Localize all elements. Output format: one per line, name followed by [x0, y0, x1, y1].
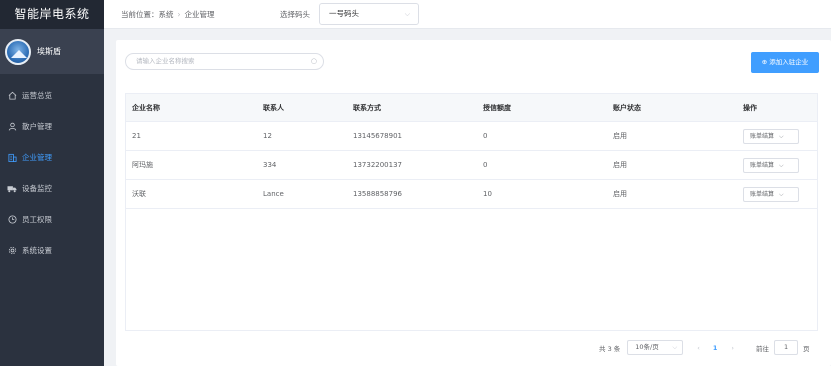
credit-limit: 0 — [483, 161, 488, 169]
table-row: 阿玛施 334 13732200137 0 启用 账单结算 ⌵ — [126, 151, 817, 180]
account-status: 启用 — [613, 132, 627, 140]
add-enterprise-label: 添加入驻企业 — [769, 58, 809, 66]
account-status: 启用 — [613, 161, 627, 169]
chevron-down-icon: ⌵ — [672, 343, 678, 351]
column-header: 账户状态 — [613, 103, 641, 112]
sidebar-item-enterprise[interactable]: 企业管理 — [0, 142, 104, 173]
sidebar-item-overview[interactable]: 运营总览 — [0, 80, 104, 111]
sidebar-item-settings[interactable]: 系统设置 — [0, 235, 104, 266]
credit-limit: 0 — [483, 132, 488, 140]
contact-name: 334 — [263, 161, 277, 169]
breadcrumb: 当前位置：系统 › 企业管理 — [121, 0, 215, 29]
column-header: 联系方式 — [353, 103, 381, 112]
bill-settle-dropdown[interactable]: 账单结算 ⌵ — [743, 128, 799, 144]
plus-circle-icon: ⊕ — [761, 58, 768, 66]
search-input[interactable]: 请输入企业名称搜索 ○ — [125, 53, 324, 70]
next-page-button[interactable]: › — [731, 344, 734, 352]
building-icon — [7, 153, 17, 163]
table-header: 企业名称 联系人 联系方式 授信额度 账户状态 操作 — [126, 94, 817, 122]
truck-icon — [7, 184, 17, 194]
breadcrumb-item: 企业管理 — [184, 10, 215, 19]
contact-name: Lance — [263, 190, 284, 198]
total-count: 共 3 条 — [599, 344, 621, 353]
bill-settle-dropdown[interactable]: 账单结算 ⌵ — [743, 186, 799, 202]
column-header: 授信额度 — [483, 103, 511, 112]
sidebar-item-label: 企业管理 — [22, 153, 52, 162]
bill-settle-label: 账单结算 — [750, 132, 775, 140]
column-header: 操作 — [743, 103, 757, 112]
top-bar: 当前位置：系统 › 企业管理 选择码头 一号码头 ⌵ — [104, 0, 831, 29]
home-icon — [7, 91, 17, 101]
goto-label: 前往 — [756, 344, 770, 353]
contact-phone: 13732200137 — [353, 161, 402, 169]
search-icon[interactable]: ○ — [311, 54, 317, 69]
breadcrumb-prefix: 当前位置： — [121, 10, 159, 19]
sidebar: 智能岸电系统 埃斯盾 运营总览 散户管理 企业管理 设备监控 员工权限 系统设置 — [0, 0, 104, 366]
operation-cell: 账单结算 ⌵ — [737, 157, 817, 173]
prev-page-button[interactable]: ‹ — [697, 344, 700, 352]
enterprise-table: 企业名称 联系人 联系方式 授信额度 账户状态 操作 21 12 1314567… — [125, 93, 818, 331]
pagination: 共 3 条 10条/页 ⌵ ‹ 1 › 前往 1 页 — [599, 340, 810, 355]
search-placeholder: 请输入企业名称搜索 — [136, 57, 195, 65]
sidebar-item-monitor[interactable]: 设备监控 — [0, 173, 104, 204]
chevron-down-icon: ⌵ — [779, 132, 784, 140]
user-icon — [7, 122, 17, 132]
main-panel: 请输入企业名称搜索 ○ ⊕ 添加入驻企业 企业名称 联系人 联系方式 授信额度 … — [116, 40, 831, 366]
credit-limit: 10 — [483, 190, 492, 198]
contact-phone: 13588858796 — [353, 190, 402, 198]
breadcrumb-item[interactable]: 系统 — [159, 10, 174, 19]
goto-unit: 页 — [803, 344, 810, 353]
avatar[interactable] — [5, 38, 31, 65]
add-enterprise-button[interactable]: ⊕ 添加入驻企业 — [751, 52, 819, 73]
chevron-down-icon: ⌵ — [779, 161, 784, 169]
breadcrumb-separator: › — [177, 10, 181, 19]
sidebar-item-retail[interactable]: 散户管理 — [0, 111, 104, 142]
sidebar-item-label: 散户管理 — [22, 122, 52, 131]
sidebar-item-label: 设备监控 — [22, 184, 52, 193]
gear-icon — [7, 246, 17, 256]
enterprise-name: 阿玛施 — [132, 161, 153, 169]
dock-select-value: 一号码头 — [329, 9, 359, 18]
page-size-value: 10条/页 — [635, 343, 659, 351]
enterprise-name: 沃联 — [132, 190, 146, 198]
sidebar-item-label: 系统设置 — [22, 246, 52, 255]
bill-settle-dropdown[interactable]: 账单结算 ⌵ — [743, 157, 799, 173]
column-header: 企业名称 — [132, 103, 160, 112]
enterprise-name: 21 — [132, 132, 141, 140]
bill-settle-label: 账单结算 — [750, 161, 775, 169]
chevron-down-icon: ⌵ — [779, 190, 784, 198]
operation-cell: 账单结算 ⌵ — [737, 186, 817, 202]
username: 埃斯盾 — [37, 47, 61, 56]
table-row: 沃联 Lance 13588858796 10 启用 账单结算 ⌵ — [126, 180, 817, 209]
clock-icon — [7, 215, 17, 225]
table-row: 21 12 13145678901 0 启用 账单结算 ⌵ — [126, 122, 817, 151]
user-panel[interactable]: 埃斯盾 — [0, 29, 104, 74]
sidebar-nav: 运营总览 散户管理 企业管理 设备监控 员工权限 系统设置 — [0, 80, 104, 266]
bill-settle-label: 账单结算 — [750, 190, 775, 198]
account-status: 启用 — [613, 190, 627, 198]
contact-phone: 13145678901 — [353, 132, 402, 140]
sidebar-item-label: 运营总览 — [22, 91, 52, 100]
dock-select[interactable]: 一号码头 ⌵ — [319, 3, 419, 25]
page-size-select[interactable]: 10条/页 ⌵ — [627, 340, 684, 355]
app-title: 智能岸电系统 — [0, 0, 104, 29]
goto-page-input[interactable]: 1 — [774, 340, 799, 355]
dock-select-label: 选择码头 — [280, 10, 310, 19]
chevron-down-icon: ⌵ — [404, 10, 410, 18]
contact-name: 12 — [263, 132, 272, 140]
column-header: 联系人 — [263, 103, 284, 112]
sidebar-item-staff[interactable]: 员工权限 — [0, 204, 104, 235]
operation-cell: 账单结算 ⌵ — [737, 128, 817, 144]
sidebar-item-label: 员工权限 — [22, 215, 52, 224]
page-number-current[interactable]: 1 — [713, 344, 718, 352]
